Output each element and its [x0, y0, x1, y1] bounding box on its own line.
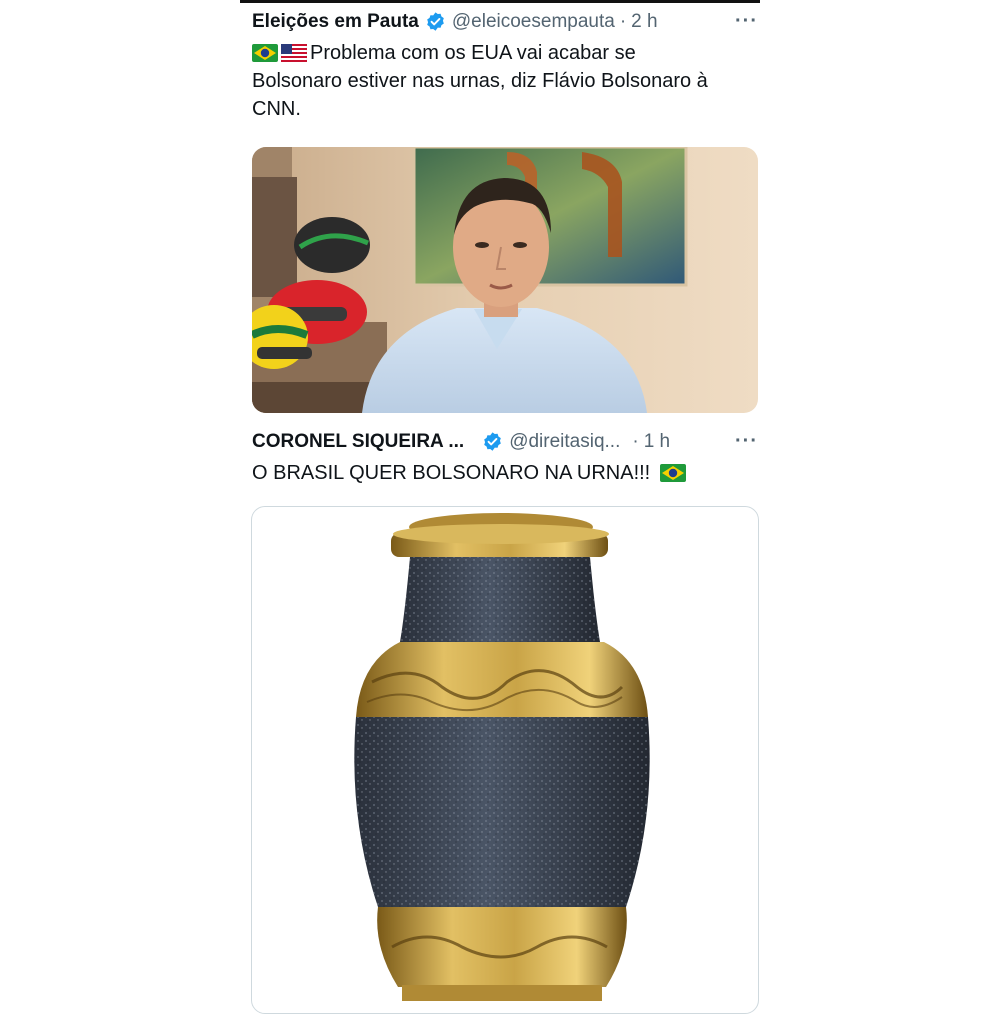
author-handle[interactable]: @direitasiq... — [509, 431, 620, 453]
tweet-text: O BRASIL QUER BOLSONARO NA URNA!!! — [252, 459, 758, 487]
funeral-urn-image — [354, 513, 650, 1001]
timestamp[interactable]: 2 h — [631, 11, 657, 33]
tweet-header: Eleições em Pauta @eleicoesempauta · 2 h… — [252, 10, 758, 33]
video-frame-image — [252, 147, 758, 413]
verified-badge-icon — [484, 432, 502, 451]
tweet-text-line-3: CNN. — [252, 98, 301, 120]
brazil-flag-icon — [252, 44, 278, 62]
separator: · — [632, 430, 639, 452]
timestamp[interactable]: 1 h — [644, 431, 670, 453]
tweet-text: Problema com os EUA vai acabar se Bolson… — [252, 39, 758, 123]
more-options-icon[interactable]: ··· — [735, 430, 758, 453]
tweet-header: CORONEL SIQUEIRA ... @direitasiq... · 1 … — [252, 430, 758, 453]
tweet-text-line-2: Bolsonaro estiver nas urnas, diz Flávio … — [252, 70, 708, 92]
tweet-1[interactable]: Eleições em Pauta @eleicoesempauta · 2 h… — [252, 10, 758, 123]
tweet-text-content: O BRASIL QUER BOLSONARO NA URNA!!! — [252, 462, 651, 484]
verified-badge-icon — [427, 12, 444, 31]
author-name[interactable]: Eleições em Pauta — [252, 11, 419, 33]
tweet-text-line-1: Problema com os EUA vai acabar se — [310, 42, 636, 64]
brazil-flag-icon — [659, 464, 686, 482]
usa-flag-icon — [281, 44, 307, 62]
more-options-icon[interactable]: ··· — [735, 10, 758, 33]
separator: · — [619, 10, 627, 32]
author-name[interactable]: CORONEL SIQUEIRA ... — [252, 431, 464, 453]
tweet-2[interactable]: CORONEL SIQUEIRA ... @direitasiq... · 1 … — [252, 430, 758, 487]
top-divider — [240, 0, 760, 3]
author-handle[interactable]: @eleicoesempauta — [452, 11, 615, 33]
tweet-1-media[interactable] — [252, 147, 758, 413]
tweet-2-media[interactable] — [251, 506, 759, 1014]
